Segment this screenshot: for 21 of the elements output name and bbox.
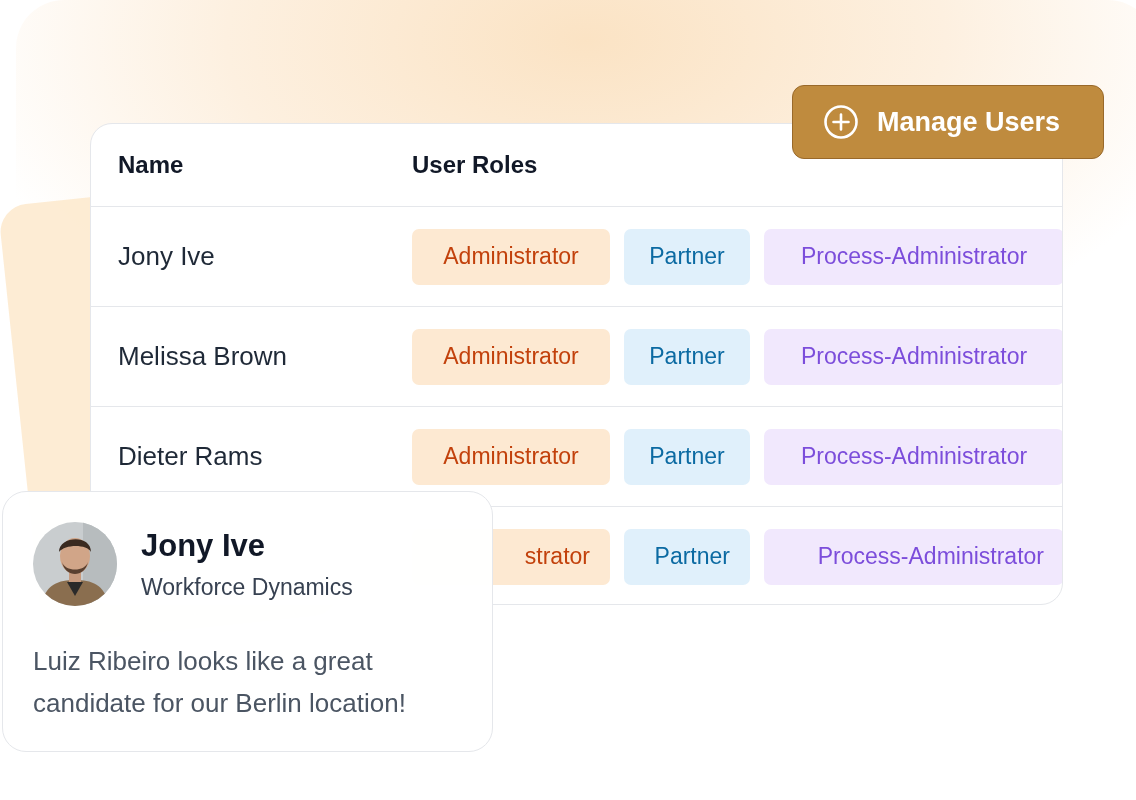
- sender-name: Jony Ive: [141, 527, 267, 564]
- role-tag: Process-Administrator: [764, 328, 1062, 385]
- role-tag: Partner: [624, 528, 750, 585]
- user-name: Melissa Brown: [118, 341, 288, 372]
- message-text: Luiz Ribeiro looks like a great candidate for our Berlin location!: [33, 645, 407, 720]
- role-tag: Process-Administrator: [764, 528, 1062, 585]
- user-name: Dieter Rams: [118, 441, 263, 472]
- role-tag: Partner: [624, 428, 750, 485]
- role-tag: Administrator: [412, 328, 610, 385]
- company-name: Workforce Dynamics: [141, 573, 353, 601]
- column-header: User Roles: [412, 151, 539, 179]
- user-name: Jony Ive: [118, 241, 215, 272]
- role-tag: Administrator: [412, 228, 610, 285]
- column-header: Name: [118, 151, 185, 179]
- role-tag: Administrator: [412, 428, 610, 485]
- role-tag: Process-Administrator: [764, 228, 1062, 285]
- role-tag: Partner: [624, 228, 750, 285]
- manage-users-button[interactable]: Manage Users: [792, 85, 1104, 159]
- role-tag: Partner: [624, 328, 750, 385]
- add-icon: [823, 104, 859, 140]
- role-tag: Process-Administrator: [764, 428, 1062, 485]
